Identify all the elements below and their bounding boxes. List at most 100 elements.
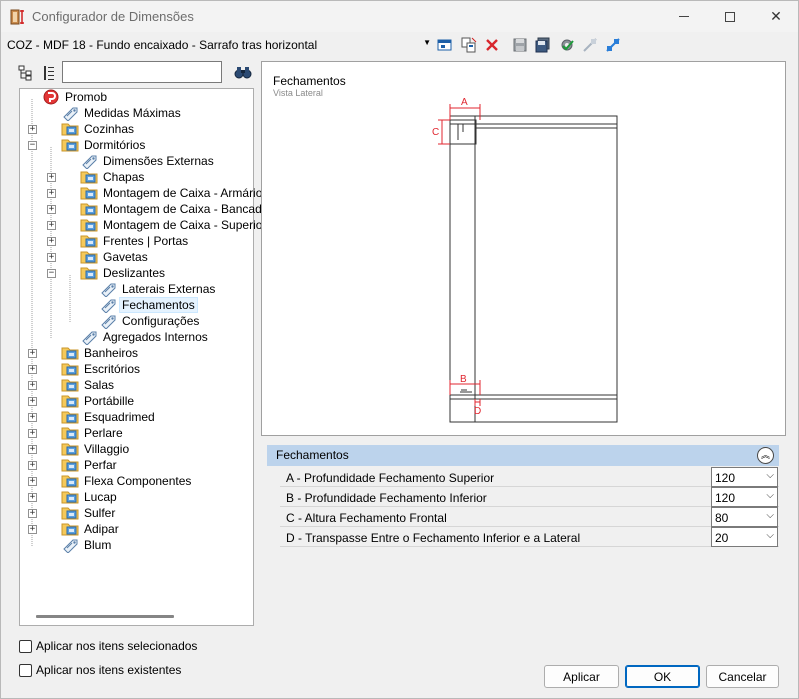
- tree-item-label: Banheiros: [84, 346, 139, 360]
- window-title: Configurador de Dimensões: [32, 9, 194, 24]
- add-window-icon[interactable]: [436, 36, 454, 54]
- expand-node-icon[interactable]: +: [47, 253, 56, 262]
- minimize-button[interactable]: [661, 1, 707, 32]
- delete-icon[interactable]: [483, 36, 501, 54]
- tree-item[interactable]: Deslizantes: [80, 265, 167, 281]
- save-as-icon[interactable]: [534, 36, 552, 54]
- apply-existing-label: Aplicar nos itens existentes: [36, 663, 182, 677]
- tree-item[interactable]: Blum: [61, 537, 113, 553]
- collapse-icon[interactable]: [581, 36, 599, 54]
- tree-list-icon[interactable]: [40, 64, 58, 82]
- tree-item[interactable]: Montagem de Caixa - Bancadas: [80, 201, 276, 217]
- expand-node-icon[interactable]: +: [28, 349, 37, 358]
- tree-item-label: Cozinhas: [84, 122, 135, 136]
- expand-node-icon[interactable]: +: [47, 189, 56, 198]
- expand-node-icon[interactable]: +: [28, 493, 37, 502]
- maximize-button[interactable]: [707, 1, 753, 32]
- expand-node-icon[interactable]: +: [28, 477, 37, 486]
- folder-icon: [61, 457, 82, 473]
- property-value-select[interactable]: 120 ⌵: [711, 467, 778, 487]
- property-value-select[interactable]: 20 ⌵: [711, 527, 778, 547]
- tree-item[interactable]: Frentes | Portas: [80, 233, 190, 249]
- expand-node-icon[interactable]: +: [28, 525, 37, 534]
- horizontal-scrollbar[interactable]: [36, 615, 174, 618]
- tree-item[interactable]: Perfar: [61, 457, 119, 473]
- expand-node-icon[interactable]: +: [47, 173, 56, 182]
- expand-node-icon[interactable]: +: [28, 509, 37, 518]
- tree-hierarchy-icon[interactable]: [17, 64, 35, 82]
- cancel-button[interactable]: Cancelar: [706, 665, 779, 688]
- tree-item-label: Montagem de Caixa - Superior: [103, 218, 267, 232]
- tree-item-label: Laterais Externas: [122, 282, 216, 296]
- tree-item[interactable]: Agregados Internos: [80, 329, 210, 345]
- tree-item[interactable]: Dimensões Externas: [80, 153, 216, 169]
- property-value-select[interactable]: 80 ⌵: [711, 507, 778, 527]
- collapse-section-icon[interactable]: ︽: [757, 447, 774, 464]
- folder-icon: [80, 169, 101, 185]
- tree-item[interactable]: Salas: [61, 377, 116, 393]
- close-button[interactable]: ✕: [753, 1, 799, 32]
- save-icon[interactable]: [511, 36, 529, 54]
- apply-existing-checkbox[interactable]: Aplicar nos itens existentes: [19, 663, 181, 677]
- apply-button[interactable]: Aplicar: [544, 665, 619, 688]
- tree-item[interactable]: Perlare: [61, 425, 125, 441]
- tree-item[interactable]: Banheiros: [61, 345, 140, 361]
- checkbox-box[interactable]: [19, 639, 32, 653]
- folder-icon: [80, 265, 101, 281]
- collapse-node-icon[interactable]: −: [28, 141, 37, 150]
- tree-item-label: Flexa Componentes: [84, 474, 192, 488]
- tree-item[interactable]: Chapas: [80, 169, 146, 185]
- tree-item[interactable]: Montagem de Caixa - Superior: [80, 217, 268, 233]
- tree-item[interactable]: Escritórios: [61, 361, 142, 377]
- folder-icon: [61, 425, 82, 441]
- expand-node-icon[interactable]: +: [47, 237, 56, 246]
- tree-item[interactable]: Adipar: [61, 521, 121, 537]
- tree-item[interactable]: Configurações: [99, 313, 201, 329]
- expand-node-icon[interactable]: +: [28, 429, 37, 438]
- expand-icon[interactable]: [604, 36, 622, 54]
- checkbox-box[interactable]: [19, 663, 32, 677]
- expand-node-icon[interactable]: +: [28, 125, 37, 134]
- minimize-icon: [679, 16, 689, 17]
- configuration-select[interactable]: COZ - MDF 18 - Fundo encaixado - Sarrafo…: [5, 35, 433, 55]
- expand-node-icon[interactable]: +: [28, 381, 37, 390]
- tree-item[interactable]: Promob: [42, 89, 109, 105]
- tree-item[interactable]: Lucap: [61, 489, 119, 505]
- title-bar[interactable]: Configurador de Dimensões ✕: [1, 1, 798, 32]
- tree-item[interactable]: Flexa Componentes: [61, 473, 193, 489]
- tree-item[interactable]: Esquadrimed: [61, 409, 157, 425]
- expand-node-icon[interactable]: +: [47, 205, 56, 214]
- expand-node-icon[interactable]: +: [28, 397, 37, 406]
- tree-item[interactable]: Medidas Máximas: [61, 105, 183, 121]
- expand-node-icon[interactable]: +: [28, 445, 37, 454]
- ok-button[interactable]: OK: [625, 665, 700, 688]
- tree-search-input[interactable]: [62, 61, 222, 83]
- copy-icon[interactable]: [460, 36, 478, 54]
- tree-item[interactable]: Cozinhas: [61, 121, 136, 137]
- expand-node-icon[interactable]: +: [28, 413, 37, 422]
- tree-item[interactable]: Gavetas: [80, 249, 150, 265]
- dimension-lines: [438, 104, 481, 406]
- tree-item[interactable]: Villaggio: [61, 441, 131, 457]
- property-name: D - Transpasse Entre o Fechamento Inferi…: [286, 531, 581, 545]
- expand-node-icon[interactable]: +: [28, 365, 37, 374]
- tree-item[interactable]: Sulfer: [61, 505, 117, 521]
- tree-item[interactable]: Dormitórios: [61, 137, 147, 153]
- tree-item[interactable]: Portábille: [61, 393, 136, 409]
- collapse-node-icon[interactable]: −: [47, 269, 56, 278]
- tree-item[interactable]: Fechamentos: [99, 297, 198, 313]
- tag-icon: [61, 537, 82, 553]
- tree-item[interactable]: Laterais Externas: [99, 281, 217, 297]
- property-row-b: B - Profundidade Fechamento Inferior 120…: [280, 487, 779, 507]
- tree-item-label: Montagem de Caixa - Bancadas: [103, 202, 275, 216]
- property-value-select[interactable]: 120 ⌵: [711, 487, 778, 507]
- dim-label-a: A: [461, 97, 468, 108]
- tag-icon: [80, 329, 101, 345]
- expand-node-icon[interactable]: +: [28, 461, 37, 470]
- apply-selected-checkbox[interactable]: Aplicar nos itens selecionados: [19, 639, 197, 653]
- settings-check-icon[interactable]: [558, 36, 576, 54]
- tree-item[interactable]: Montagem de Caixa - Armários: [80, 185, 270, 201]
- property-row-d: D - Transpasse Entre o Fechamento Inferi…: [280, 527, 779, 547]
- expand-node-icon[interactable]: +: [47, 221, 56, 230]
- binoculars-search-icon[interactable]: [234, 63, 252, 81]
